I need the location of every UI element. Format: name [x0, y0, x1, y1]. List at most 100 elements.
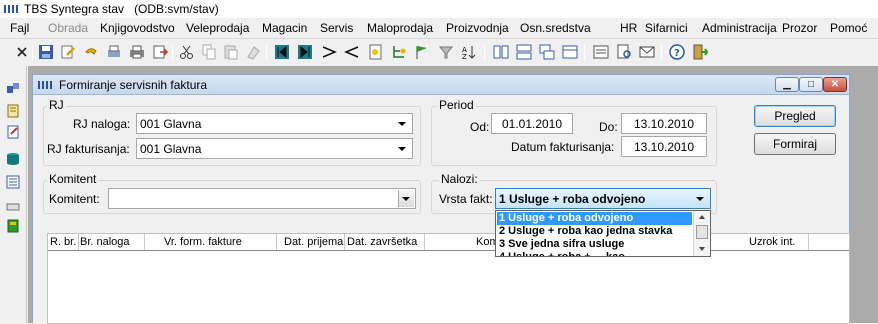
column-header[interactable]: R. br.: [50, 236, 76, 248]
last-record-icon[interactable]: [296, 43, 314, 61]
app-title: TBS Syntegra stav (ODB:svm/stav): [24, 2, 219, 16]
dropdown-scrollbar[interactable]: [693, 211, 710, 256]
flag-icon[interactable]: [413, 43, 431, 61]
copy-icon[interactable]: [200, 43, 218, 61]
datum-fakturisanja-label: Datum fakturisanja:: [511, 140, 615, 154]
print-icon[interactable]: [128, 43, 146, 61]
tile-vertical-icon[interactable]: [492, 43, 510, 61]
report-icon[interactable]: [592, 43, 610, 61]
close-window-button[interactable]: ✕: [823, 77, 847, 92]
chevron-down-icon: [402, 197, 410, 201]
cascade-icon[interactable]: [538, 43, 556, 61]
filter-icon[interactable]: [437, 43, 455, 61]
sort-icon[interactable]: AZ: [460, 43, 478, 61]
notebook-icon[interactable]: [5, 103, 21, 119]
tree-icon[interactable]: [390, 43, 408, 61]
column-header[interactable]: Br. naloga: [80, 236, 130, 248]
menu-veleprodaja[interactable]: Veleprodaja: [186, 21, 249, 35]
formiraj-button[interactable]: Formiraj: [754, 133, 836, 155]
chevron-down-icon: [398, 147, 406, 151]
database-icon[interactable]: [5, 151, 21, 167]
vrsta-fakt-select[interactable]: 1 Usluge + roba odvojeno: [495, 188, 711, 209]
menu-servis[interactable]: Servis: [320, 21, 353, 35]
od-label: Od:: [470, 120, 490, 134]
minimize-button[interactable]: ▁: [775, 77, 799, 92]
column-header[interactable]: Dat. završetka: [347, 236, 417, 248]
od-date-input[interactable]: 01.01.2010: [491, 113, 573, 134]
vrsta-fakt-label: Vrsta fakt:: [439, 192, 493, 206]
nalozi-grid[interactable]: R. br. Br. naloga Vr. form. fakture Dat.…: [47, 233, 850, 324]
pregled-button[interactable]: Pregled: [754, 105, 836, 127]
scroll-down-icon[interactable]: [699, 247, 705, 251]
dropdown-option[interactable]: 2 Usluge + roba kao jedna stavka: [497, 225, 692, 238]
dropdown-option[interactable]: 3 Sve jedna sifra usluge: [497, 238, 692, 251]
cut-icon[interactable]: [178, 43, 196, 61]
scroll-up-icon[interactable]: [699, 215, 705, 219]
close-icon[interactable]: [13, 43, 31, 61]
list-icon[interactable]: [5, 174, 21, 190]
edit-icon[interactable]: [59, 43, 77, 61]
svg-text:Z: Z: [462, 53, 467, 61]
minimize-icon: ▁: [783, 79, 791, 90]
next-record-icon[interactable]: [320, 43, 338, 61]
menu-pomoc[interactable]: Pomoć: [830, 21, 867, 35]
arrange-icon[interactable]: [561, 43, 579, 61]
menu-osn-sredstva[interactable]: Osn.sredstva: [520, 21, 591, 35]
exit-icon[interactable]: [691, 43, 709, 61]
menu-bar: Fajl Obrada Knjigovodstvo Veleprodaja Ma…: [0, 18, 878, 37]
book-icon[interactable]: [5, 218, 21, 234]
menu-obrada[interactable]: Obrada: [48, 21, 88, 35]
first-record-icon[interactable]: [273, 43, 291, 61]
komitent-group-label: Komitent: [47, 172, 99, 186]
grid-header: R. br. Br. naloga Vr. form. fakture Dat.…: [48, 234, 849, 251]
window-title: Formiranje servisnih faktura: [59, 78, 208, 92]
dropdown-option[interactable]: 4 Usluge + roba + ... kao ...: [497, 251, 692, 256]
rj-naloga-label: RJ naloga:: [73, 117, 131, 131]
chevron-down-icon: [696, 197, 704, 201]
mail-icon[interactable]: [638, 43, 656, 61]
menu-proizvodnja[interactable]: Proizvodnja: [446, 21, 509, 35]
nalozi-group-label: Nalozi:: [439, 172, 480, 186]
column-header[interactable]: Dat. prijema: [284, 236, 343, 248]
column-header[interactable]: Uzrok int.: [749, 236, 795, 248]
do-date-input[interactable]: 13.10.2010: [621, 113, 707, 134]
document-edit-icon[interactable]: [5, 124, 21, 140]
folder-icon[interactable]: [5, 199, 21, 215]
document-search-icon[interactable]: [615, 43, 633, 61]
menu-prozor[interactable]: Prozor: [782, 21, 817, 35]
tile-horizontal-icon[interactable]: [515, 43, 533, 61]
rj-naloga-select[interactable]: 001 Glavna: [136, 113, 413, 134]
menu-magacin[interactable]: Magacin: [262, 21, 307, 35]
menu-hr[interactable]: HR: [620, 21, 637, 35]
menu-knjigovodstvo[interactable]: Knjigovodstvo: [100, 21, 175, 35]
menu-administracija[interactable]: Administracija: [702, 21, 777, 35]
blocks-icon[interactable]: [5, 80, 21, 96]
undo-icon[interactable]: [82, 43, 100, 61]
komitent-label: Komitent:: [49, 192, 100, 206]
rj-fakturisanja-label: RJ fakturisanja:: [47, 142, 130, 156]
app-logo-icon: [4, 5, 18, 13]
help-icon[interactable]: ?: [668, 43, 686, 61]
vrsta-fakt-dropdown-list: 1 Usluge + roba odvojeno 2 Usluge + roba…: [495, 210, 711, 257]
datum-fakturisanja-input[interactable]: 13.10.2010: [621, 136, 707, 157]
print-preview-icon[interactable]: [105, 43, 123, 61]
scroll-thumb[interactable]: [696, 225, 708, 239]
save-icon[interactable]: [37, 43, 55, 61]
menu-sifarnici[interactable]: Sifarnici: [645, 21, 688, 35]
svg-text:?: ?: [674, 48, 680, 59]
new-document-icon[interactable]: [367, 43, 385, 61]
side-toolbar: [0, 66, 27, 323]
export-icon[interactable]: [151, 43, 169, 61]
rj-fakturisanja-select[interactable]: 001 Glavna: [136, 138, 413, 159]
column-header[interactable]: Vr. form. fakture: [164, 236, 242, 248]
menu-fajl[interactable]: Fajl: [10, 21, 29, 35]
close-icon: ✕: [830, 79, 840, 90]
dropdown-option[interactable]: 1 Usluge + roba odvojeno: [497, 212, 692, 225]
child-window-title-bar[interactable]: Formiranje servisnih faktura ▁ □ ✕: [33, 75, 849, 95]
menu-maloprodaja[interactable]: Maloprodaja: [367, 21, 433, 35]
komitent-select[interactable]: [108, 188, 416, 209]
clear-icon[interactable]: [244, 43, 262, 61]
maximize-button[interactable]: □: [799, 77, 823, 92]
paste-icon[interactable]: [222, 43, 240, 61]
prev-record-icon[interactable]: [343, 43, 361, 61]
